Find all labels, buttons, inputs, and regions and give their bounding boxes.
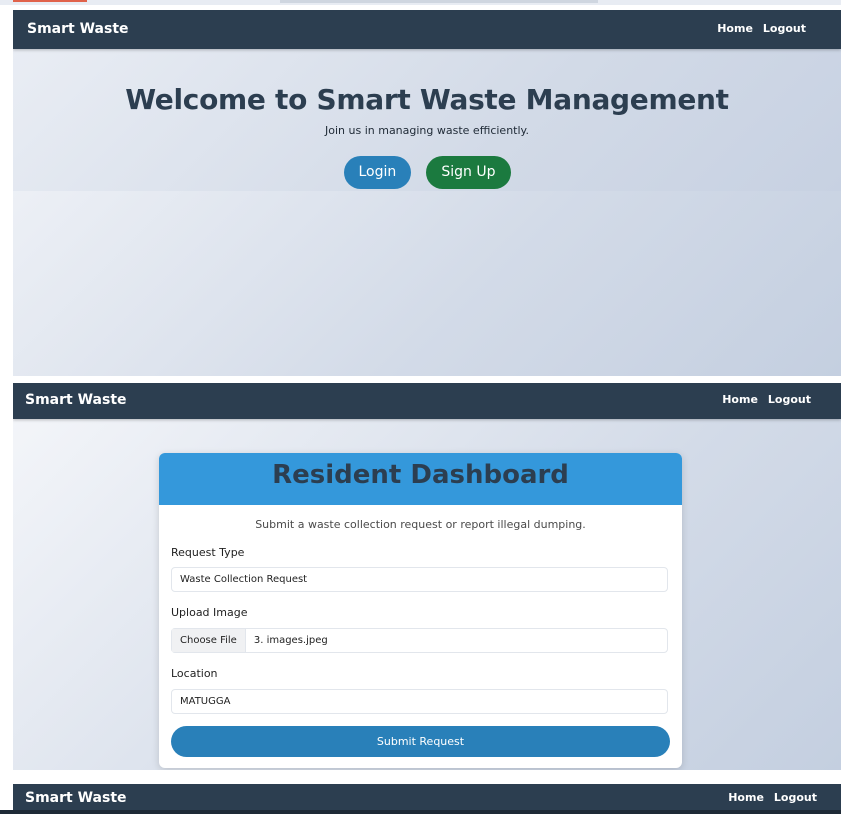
nav-logout-link[interactable]: Logout — [763, 22, 806, 35]
nav-home-link[interactable]: Home — [722, 393, 758, 406]
nav-logout-link[interactable]: Logout — [768, 393, 811, 406]
navbar: Smart Waste Home Logout — [13, 383, 841, 419]
selected-file-name: 3. images.jpeg — [253, 635, 328, 646]
submit-request-button[interactable]: Submit Request — [171, 726, 670, 757]
location-label: Location — [171, 667, 218, 680]
tab-indicator — [13, 0, 87, 2]
landing-page: Welcome to Smart Waste Management Join u… — [13, 10, 841, 376]
brand-logo[interactable]: Smart Waste — [27, 21, 129, 37]
nav-links: Home Logout — [717, 22, 806, 35]
nav-links: Home Logout — [728, 791, 817, 804]
address-bar-edge — [280, 0, 598, 3]
dashboard-title: Resident Dashboard — [272, 460, 569, 490]
hero-subtitle: Join us in managing waste efficiently. — [325, 124, 529, 137]
upload-image-label: Upload Image — [171, 606, 248, 619]
bottom-edge — [0, 810, 841, 814]
browser-top-strip — [0, 0, 841, 5]
card-header: Resident Dashboard — [159, 453, 682, 505]
request-type-label: Request Type — [171, 546, 245, 559]
nav-links: Home Logout — [722, 393, 811, 406]
dashboard-subtitle: Submit a waste collection request or rep… — [255, 518, 586, 531]
hero-buttons: Login Sign Up — [13, 156, 841, 189]
dashboard-page: Smart Waste Home Logout Resident Dashboa… — [13, 383, 841, 770]
hero-section: Welcome to Smart Waste Management Join u… — [13, 49, 841, 191]
dashboard-card: Resident Dashboard Submit a waste collec… — [159, 453, 682, 768]
brand-logo[interactable]: Smart Waste — [25, 392, 127, 408]
navbar: Smart Waste Home Logout — [13, 10, 841, 49]
brand-logo[interactable]: Smart Waste — [25, 790, 127, 806]
request-type-select[interactable]: Waste Collection Request — [171, 567, 668, 592]
choose-file-button[interactable]: Choose File — [172, 629, 246, 652]
login-button[interactable]: Login — [343, 156, 412, 189]
nav-home-link[interactable]: Home — [717, 22, 753, 35]
nav-logout-link[interactable]: Logout — [774, 791, 817, 804]
upload-image-input[interactable]: Choose File 3. images.jpeg — [171, 628, 668, 653]
location-input[interactable]: MATUGGA — [171, 689, 668, 714]
hero-title: Welcome to Smart Waste Management — [125, 83, 729, 116]
signup-button[interactable]: Sign Up — [426, 156, 511, 189]
nav-home-link[interactable]: Home — [728, 791, 764, 804]
